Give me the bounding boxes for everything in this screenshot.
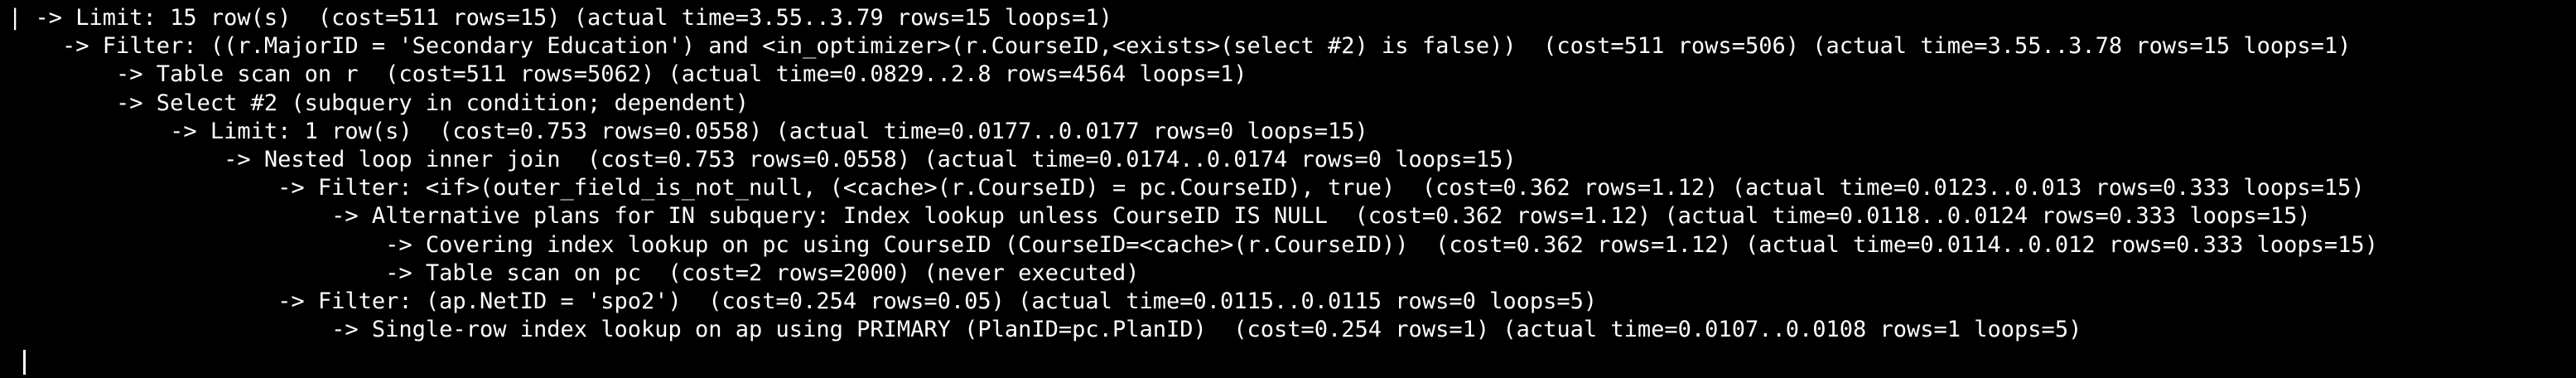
prompt-row[interactable] bbox=[8, 347, 2576, 376]
terminal-window[interactable]: | -> Limit: 15 row(s) (cost=511 rows=15)… bbox=[0, 0, 2576, 378]
output-line: -> Nested loop inner join (cost=0.753 ro… bbox=[8, 146, 1517, 172]
output-line: -> Single-row index lookup on ap using P… bbox=[8, 317, 2082, 343]
output-line: -> Limit: 1 row(s) (cost=0.753 rows=0.05… bbox=[8, 118, 1368, 144]
output-line: -> Table scan on r (cost=511 rows=5062) … bbox=[8, 61, 1247, 88]
output-line: -> Alternative plans for IN subquery: In… bbox=[8, 203, 2311, 230]
output-line: -> Select #2 (subquery in condition; dep… bbox=[8, 90, 750, 116]
text-cursor bbox=[23, 349, 26, 375]
output-line: -> Filter: <if>(outer_field_is_not_null,… bbox=[8, 175, 2365, 201]
output-line: -> Filter: ((r.MajorID = 'Secondary Educ… bbox=[8, 33, 2352, 60]
output-line: | -> Limit: 15 row(s) (cost=511 rows=15)… bbox=[8, 5, 1112, 31]
output-line: -> Covering index lookup on pc using Cou… bbox=[8, 231, 2378, 258]
output-line: -> Filter: (ap.NetID = 'spo2') (cost=0.2… bbox=[8, 288, 1598, 314]
output-line: -> Table scan on pc (cost=2 rows=2000) (… bbox=[8, 259, 1140, 286]
